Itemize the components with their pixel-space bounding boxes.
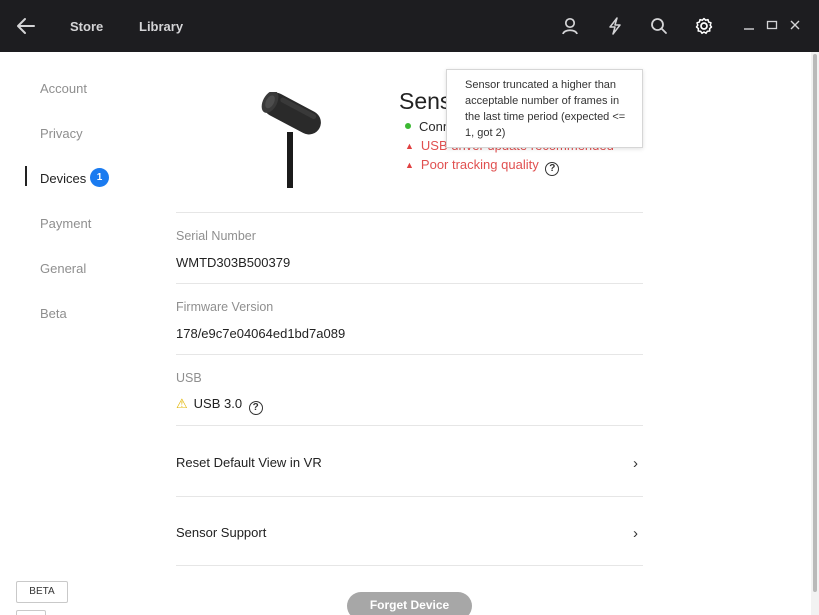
divider bbox=[176, 283, 643, 284]
tooltip: Sensor truncated a higher than acceptabl… bbox=[446, 69, 643, 148]
chevron-right-icon: › bbox=[633, 455, 638, 472]
tooltip-text: Sensor truncated a higher than acceptabl… bbox=[465, 79, 626, 139]
sidebar-item-general[interactable]: General bbox=[40, 261, 86, 276]
minimize-icon[interactable] bbox=[742, 17, 756, 33]
status-tracking-text: Poor tracking quality bbox=[420, 157, 539, 172]
sidebar-item-payment[interactable]: Payment bbox=[40, 216, 91, 231]
scrollbar[interactable] bbox=[811, 52, 819, 615]
usb-value: ⚠ USB 3.0 ? bbox=[176, 396, 263, 415]
help-icon[interactable]: ? bbox=[248, 401, 263, 415]
maximize-icon[interactable] bbox=[765, 17, 779, 33]
lightning-icon[interactable] bbox=[605, 16, 625, 36]
usb-value-text: USB 3.0 bbox=[193, 396, 243, 411]
sidebar-item-account[interactable]: Account bbox=[40, 81, 87, 96]
firmware-version-value: 178/e9c7e04064ed1bd7a089 bbox=[176, 326, 346, 341]
sensor-support-row[interactable]: Sensor Support › bbox=[176, 525, 643, 549]
warning-icon: ⚠ bbox=[176, 396, 188, 411]
close-icon[interactable] bbox=[788, 17, 802, 33]
usb-label: USB bbox=[176, 371, 202, 385]
sidebar-item-privacy[interactable]: Privacy bbox=[40, 126, 83, 141]
beta-button[interactable]: BETA bbox=[16, 581, 68, 603]
reset-default-view-label: Reset Default View in VR bbox=[176, 455, 322, 470]
warning-triangle-icon: ▲ bbox=[405, 160, 414, 170]
sidebar-item-devices[interactable]: Devices bbox=[40, 171, 86, 186]
help-icon[interactable]: ? bbox=[545, 162, 560, 176]
status-tracking[interactable]: ▲ Poor tracking quality ? bbox=[405, 157, 560, 176]
back-arrow-icon[interactable] bbox=[14, 14, 38, 38]
devices-count-badge: 1 bbox=[90, 168, 109, 187]
device-title: Sens bbox=[399, 88, 452, 114]
sidebar-item-beta[interactable]: Beta bbox=[40, 306, 67, 321]
divider bbox=[176, 565, 643, 566]
divider bbox=[176, 354, 643, 355]
top-bar: Store Library bbox=[0, 0, 819, 52]
nav-library[interactable]: Library bbox=[139, 19, 183, 34]
forget-device-button[interactable]: Forget Device bbox=[347, 592, 472, 615]
connected-dot-icon bbox=[405, 123, 411, 129]
chevron-right-icon: › bbox=[633, 525, 638, 542]
serial-number-label: Serial Number bbox=[176, 229, 256, 243]
user-icon[interactable] bbox=[560, 16, 580, 36]
serial-number-value: WMTD303B500379 bbox=[176, 255, 291, 270]
gear-icon[interactable] bbox=[694, 16, 714, 36]
divider bbox=[176, 425, 643, 426]
divider bbox=[176, 212, 643, 213]
search-icon[interactable] bbox=[649, 16, 669, 36]
active-indicator bbox=[25, 166, 27, 186]
sensor-support-label: Sensor Support bbox=[176, 525, 267, 540]
reset-default-view-row[interactable]: Reset Default View in VR › bbox=[176, 455, 643, 479]
firmware-version-label: Firmware Version bbox=[176, 300, 274, 314]
sensor-image bbox=[261, 92, 321, 188]
warning-triangle-icon: ▲ bbox=[405, 141, 414, 151]
scrollbar-thumb[interactable] bbox=[813, 54, 817, 592]
secondary-button[interactable] bbox=[16, 610, 46, 615]
divider bbox=[176, 496, 643, 497]
nav-store[interactable]: Store bbox=[70, 19, 103, 34]
status-connected: Conn bbox=[405, 119, 450, 134]
